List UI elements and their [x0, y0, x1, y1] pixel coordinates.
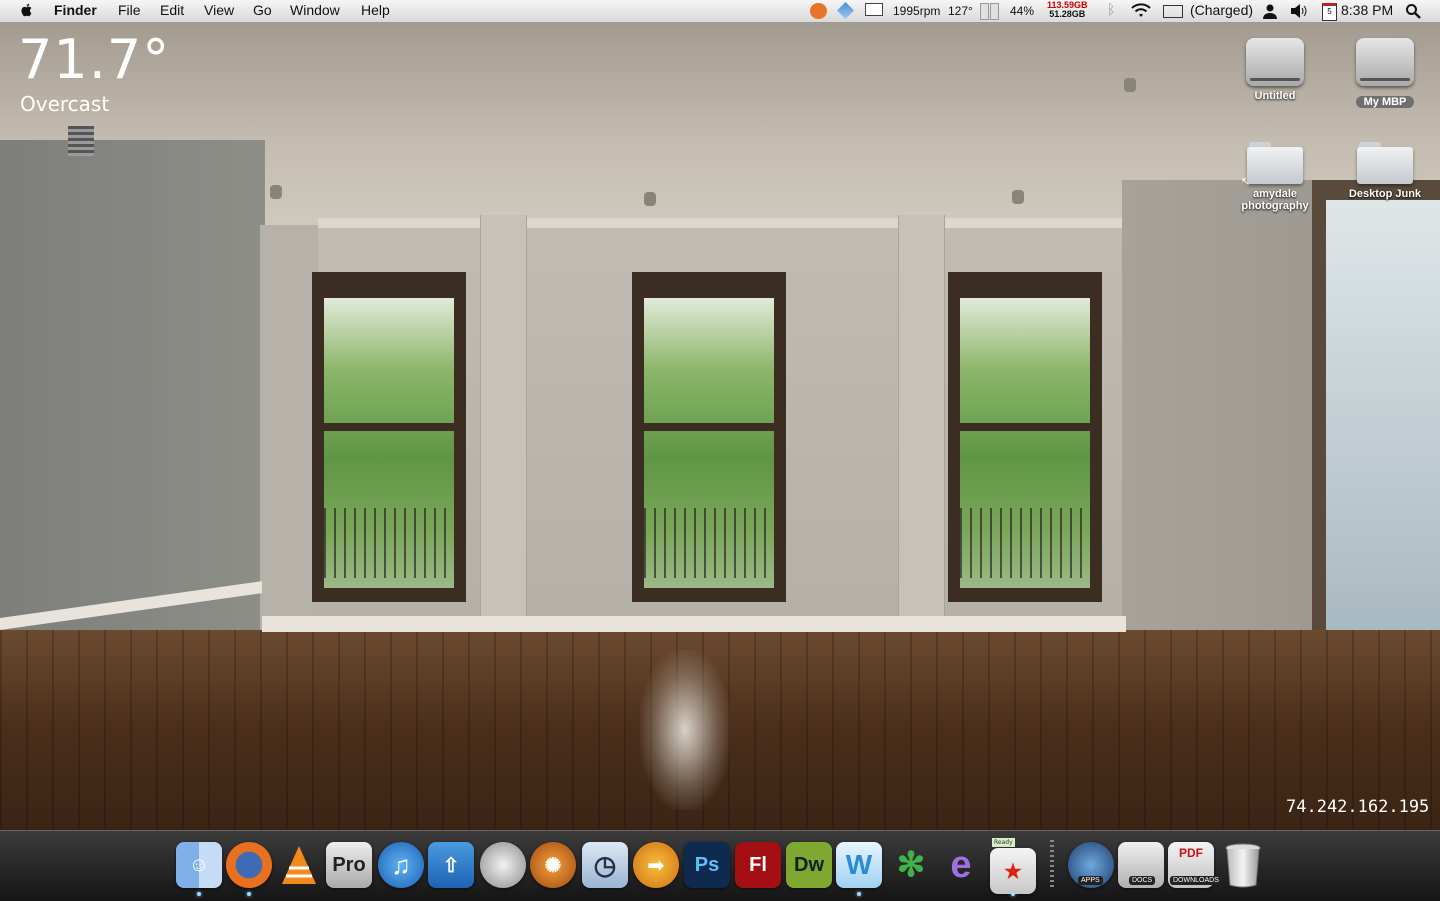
running-indicator	[247, 892, 251, 896]
wallpaper-ceiling-lamp	[644, 192, 656, 206]
dock-wii-icon[interactable]: W	[836, 842, 882, 888]
volume-icon[interactable]	[1290, 3, 1308, 19]
wallpaper-pillar	[898, 215, 945, 635]
dock-separator	[1050, 840, 1054, 890]
dock-photoshop-icon[interactable]: Ps	[684, 842, 730, 888]
dock-upload-icon[interactable]: ⇧	[428, 842, 474, 888]
menu-edit[interactable]: Edit	[160, 2, 184, 18]
folder-alias-icon: ↖	[1241, 142, 1303, 188]
desktop-icon-desktop-junk[interactable]: Desktop Junk	[1335, 142, 1435, 200]
dock-itunes-icon[interactable]: ♫	[378, 842, 424, 888]
mail-status-icon[interactable]	[865, 3, 883, 16]
desktop-icon-my-mbp-drive[interactable]: My MBP	[1335, 38, 1435, 109]
user-icon[interactable]	[1262, 3, 1278, 19]
monkey-status-icon[interactable]	[810, 3, 827, 19]
dock-flash-icon[interactable]: Fl	[735, 842, 781, 888]
disk-usage-readout[interactable]: 113.59GB 51.28GB	[1047, 1, 1088, 19]
bluetooth-icon[interactable]: ᛒ	[1107, 1, 1115, 17]
folder-icon	[1357, 142, 1413, 184]
cpu-meter-icon	[980, 3, 989, 20]
battery-icon[interactable]	[1163, 5, 1183, 18]
apple-menu-icon[interactable]	[19, 2, 35, 18]
running-indicator	[857, 892, 861, 896]
weather-temperature: 71.7°	[18, 28, 171, 91]
desktop-icon-label: Desktop Junk	[1348, 188, 1422, 200]
dock-stack-label-downloads: DOWNLOADS	[1170, 876, 1222, 885]
menu-view[interactable]: View	[204, 2, 234, 18]
dock-trash-icon[interactable]	[1220, 842, 1266, 888]
hard-drive-icon	[1356, 38, 1414, 86]
dock-firefox-icon[interactable]	[226, 842, 272, 888]
cpu-meter-icon	[990, 3, 999, 20]
wallpaper-ceiling-lamp	[1124, 78, 1136, 92]
dock-runner-icon[interactable]: ➟	[633, 842, 679, 888]
wallpaper-ceiling-lamp	[270, 185, 282, 199]
dock-alarm-clock-icon[interactable]: ◷	[582, 842, 628, 888]
desktop-icon-label: My MBP	[1355, 96, 1415, 108]
calendar-icon[interactable]: 5	[1322, 3, 1337, 21]
spotlight-search-icon[interactable]	[1405, 3, 1421, 19]
battery-status[interactable]: (Charged)	[1190, 2, 1253, 18]
desktop-icon-amydale-photography[interactable]: ↖ amydale photography	[1225, 142, 1325, 212]
wallpaper-side-window	[1312, 180, 1440, 650]
desktop-icon-label: amydale photography	[1241, 188, 1309, 212]
menu-clock[interactable]: 8:38 PM	[1341, 2, 1393, 18]
disk-free: 51.28GB	[1049, 9, 1086, 19]
menu-window[interactable]: Window	[290, 2, 340, 18]
dock-reason-icon[interactable]: ✺	[530, 842, 576, 888]
temperature-readout[interactable]: 127°	[948, 4, 973, 18]
wallpaper-window	[312, 272, 466, 602]
wallpaper-baseboard	[262, 616, 1126, 632]
wallpaper-window	[632, 272, 786, 602]
alias-arrow-icon: ↖	[1241, 175, 1251, 188]
menu-app-name[interactable]: Finder	[54, 2, 97, 18]
wallpaper-floor-reflection	[640, 650, 730, 810]
dock-growl-icon[interactable]: ✻	[888, 842, 934, 888]
dock-shield-icon[interactable]	[480, 842, 526, 888]
running-indicator	[197, 892, 201, 896]
dock-stack-label-apps: APPS	[1078, 876, 1103, 885]
desktop-wallpaper	[0, 0, 1440, 900]
ip-address-widget: 74.242.162.195	[1286, 797, 1430, 817]
wallpaper-ceiling-lamp	[1012, 190, 1024, 204]
menu-file[interactable]: File	[118, 2, 141, 18]
wifi-icon[interactable]	[1130, 3, 1152, 19]
fan-speed-readout[interactable]: 1995rpm	[893, 4, 940, 18]
dock-dreamweaver-icon[interactable]: Dw	[786, 842, 832, 888]
dropbox-status-icon[interactable]	[837, 2, 854, 19]
menu-go[interactable]: Go	[253, 2, 272, 18]
dock-stack-label-docs: DOCS	[1129, 876, 1156, 885]
wallpaper-crown-molding	[318, 218, 1126, 228]
desktop-icon-label: Untitled	[1254, 90, 1296, 102]
dock-finder-icon[interactable]: ☺	[176, 842, 222, 888]
dock-pro-icon[interactable]: Pro	[326, 842, 372, 888]
dock-vlc-icon[interactable]	[276, 842, 322, 888]
dock-adium-icon[interactable]: e	[938, 842, 984, 888]
dock-ready-tag: Ready	[992, 838, 1015, 847]
menu-bar: Finder File Edit View Go Window Help 199…	[0, 0, 1440, 23]
running-indicator	[1011, 892, 1015, 896]
menu-help[interactable]: Help	[361, 2, 390, 18]
hard-drive-icon	[1246, 38, 1304, 86]
wallpaper-left-wall-return	[260, 225, 320, 635]
wallpaper-window	[948, 272, 1102, 602]
weather-condition: Overcast	[20, 92, 110, 116]
desktop-icon-untitled-drive[interactable]: Untitled	[1225, 38, 1325, 102]
dock-transmission-icon[interactable]: ★	[990, 848, 1036, 894]
wallpaper-pillar	[480, 215, 527, 635]
cpu-percent-readout[interactable]: 44%	[1010, 4, 1034, 18]
wallpaper-vent	[68, 126, 94, 156]
